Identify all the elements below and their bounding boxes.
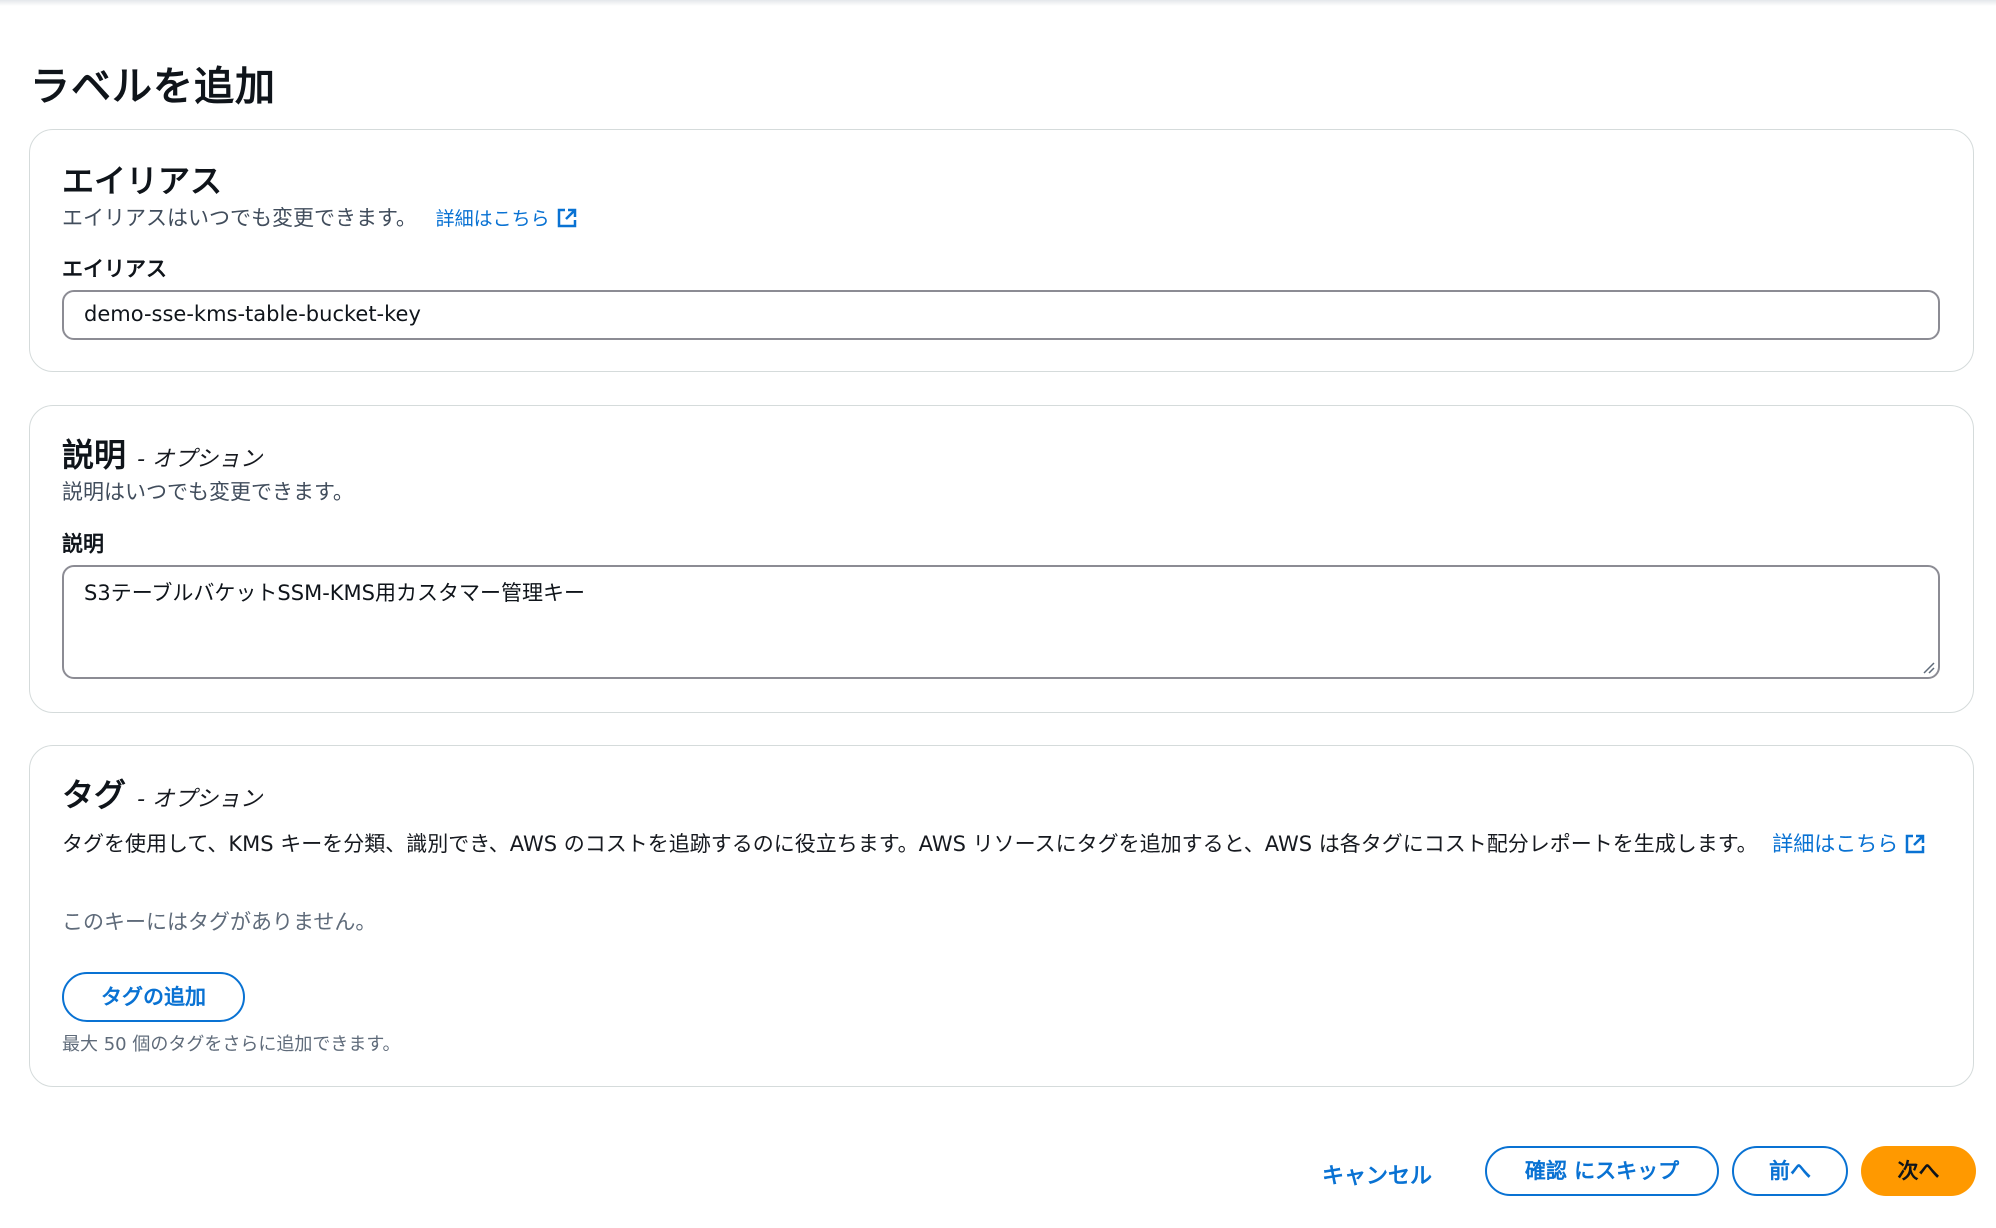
page-title: ラベルを追加 — [30, 64, 276, 110]
skip-to-review-button[interactable]: 確認 にスキップ — [1485, 1146, 1719, 1196]
tags-learn-more-link[interactable]: 詳細はこちら — [1772, 832, 1926, 856]
add-tag-button[interactable]: タグの追加 — [62, 972, 245, 1022]
alias-panel: エイリアス エイリアスはいつでも変更できます。 詳細はこちら エイリアス dem… — [29, 129, 1974, 372]
description-field-label: 説明 — [62, 532, 104, 556]
description-textarea[interactable]: S3テーブルバケットSSM-KMS用カスタマー管理キー — [62, 565, 1940, 679]
cancel-button[interactable]: キャンセル — [1322, 1158, 1432, 1190]
alias-input[interactable]: demo-sse-kms-table-bucket-key — [62, 290, 1940, 340]
description-panel: 説明 - オプション 説明はいつでも変更できます。 説明 S3テーブルバケットS… — [29, 405, 1974, 713]
top-bar-shadow — [0, 0, 1996, 6]
tags-empty-message: このキーにはタグがありません。 — [62, 910, 377, 934]
tags-description-text: タグを使用して、KMS キーを分類、識別でき、AWS のコストを追跡するのに役立… — [62, 832, 1758, 856]
alias-description-text: エイリアスはいつでも変更できます。 — [62, 206, 417, 230]
next-button[interactable]: 次へ — [1861, 1146, 1976, 1196]
alias-field-label: エイリアス — [62, 257, 167, 281]
description-help-text: 説明はいつでも変更できます。 — [62, 480, 354, 504]
tags-learn-more-label: 詳細はこちら — [1772, 832, 1899, 856]
tags-description: タグを使用して、KMS キーを分類、識別でき、AWS のコストを追跡するのに役立… — [62, 828, 1942, 860]
external-link-icon — [557, 208, 576, 228]
tags-limit-hint: 最大 50 個のタグをさらに追加できます。 — [62, 1034, 401, 1055]
alias-heading: エイリアス — [62, 162, 223, 200]
description-heading-text: 説明 — [62, 436, 127, 474]
tags-panel: タグ - オプション タグを使用して、KMS キーを分類、識別でき、AWS のコ… — [29, 745, 1974, 1087]
external-link-icon — [1906, 834, 1925, 854]
alias-learn-more-label: 詳細はこちら — [435, 208, 550, 230]
description-optional-tag: - オプション — [137, 447, 263, 472]
tags-heading-text: タグ — [62, 776, 127, 814]
alias-learn-more-link[interactable]: 詳細はこちら — [436, 208, 578, 230]
previous-button[interactable]: 前へ — [1732, 1146, 1848, 1196]
alias-description: エイリアスはいつでも変更できます。 詳細はこちら — [62, 202, 578, 232]
tags-optional-tag: - オプション — [137, 787, 263, 812]
resize-grip-icon[interactable] — [1921, 660, 1935, 674]
description-textarea-value: S3テーブルバケットSSM-KMS用カスタマー管理キー — [84, 581, 586, 605]
tags-heading: タグ - オプション — [62, 770, 262, 816]
description-heading: 説明 - オプション — [62, 430, 262, 476]
